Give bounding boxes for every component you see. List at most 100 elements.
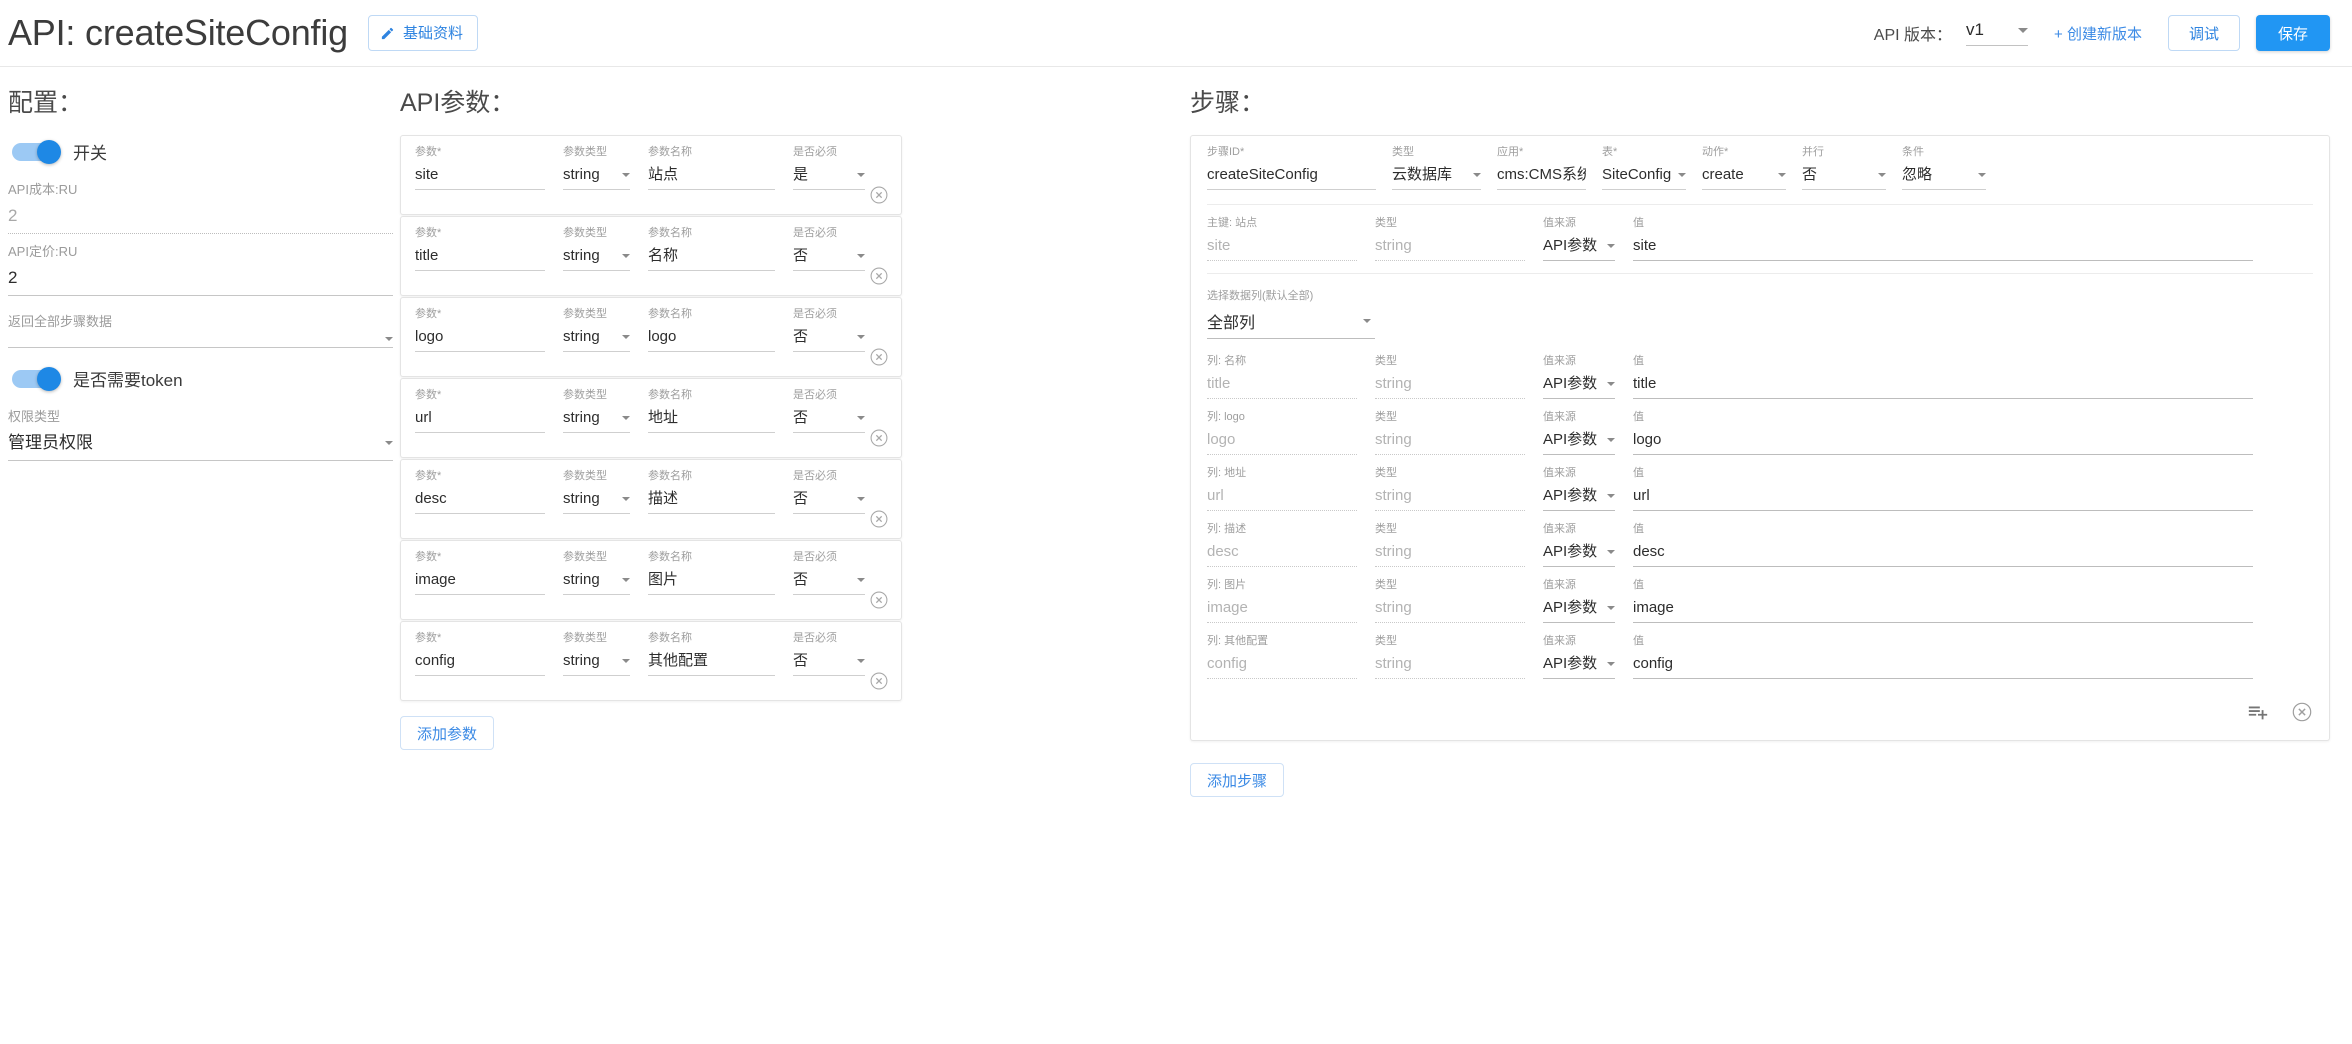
remove-param-icon[interactable] [869,671,889,691]
auth-type-select[interactable]: 权限类型 管理员权限 [8,399,393,461]
step-condition-field[interactable]: 条件 忽略 [1902,146,2002,190]
column-source-field[interactable]: 值来源 API参数 [1543,523,1633,567]
step-action-field[interactable]: 动作* create [1702,146,1802,190]
param-required-field[interactable]: 是否必须 否 [793,551,883,595]
param-display-field[interactable]: 参数名称 其他配置 [648,632,793,676]
save-button[interactable]: 保存 [2255,15,2330,51]
column-source-field[interactable]: 值来源 API参数 [1543,467,1633,511]
param-required-value: 是 [793,166,809,183]
param-required-field[interactable]: 是否必须 否 [793,632,883,676]
playlist-add-icon[interactable] [2247,701,2269,728]
column-source-value: API参数 [1543,487,1598,504]
param-required-field[interactable]: 是否必须 否 [793,308,883,352]
column-value-field[interactable]: 值 config [1633,635,2313,679]
step-type-field[interactable]: 类型 云数据库 [1392,146,1497,190]
param-name-field[interactable]: 参数* title [415,227,563,271]
column-value-field[interactable]: 值 url [1633,467,2313,511]
column-value-field[interactable]: 值 logo [1633,411,2313,455]
param-type-field[interactable]: 参数类型 string [563,470,648,514]
param-type-field[interactable]: 参数类型 string [563,146,648,190]
param-required-field[interactable]: 是否必须 是 [793,146,883,190]
column-select[interactable]: 选择数据列(默认全部) 全部列 [1207,274,1375,343]
step-column-row: 列: 其他配置 config 类型 string 值来源 API参数 值 con… [1207,623,2313,679]
remove-param-icon[interactable] [869,185,889,205]
column-source-field[interactable]: 值来源 API参数 [1543,579,1633,623]
api-version-select[interactable]: v1 [1966,20,2029,46]
chevron-down-icon [1678,173,1686,177]
param-type-value: string [563,571,600,588]
param-required-field[interactable]: 是否必须 否 [793,389,883,433]
debug-button[interactable]: 调试 [2167,15,2240,51]
column-value-label: 值 [1633,355,1644,367]
column-value-field[interactable]: 值 image [1633,579,2313,623]
create-version-link[interactable]: + 创建新版本 [2054,23,2142,44]
api-cost-field[interactable]: API成本:RU 2 [8,172,393,234]
param-display-field[interactable]: 参数名称 名称 [648,227,793,271]
param-display-field[interactable]: 参数名称 站点 [648,146,793,190]
add-param-button[interactable]: 添加参数 [400,716,495,750]
step-app-field[interactable]: 应用* cms:CMS系统 [1497,146,1602,190]
column-value-input: url [1633,487,1650,504]
column-value-field[interactable]: 值 desc [1633,523,2313,567]
remove-param-icon[interactable] [869,266,889,286]
param-type-field[interactable]: 参数类型 string [563,227,648,271]
basic-info-button[interactable]: 基础资料 [367,15,478,51]
param-type-label: 参数类型 [563,632,607,644]
column-value-label: 值 [1633,523,1644,535]
api-price-field[interactable]: API定价:RU 2 [8,234,393,296]
column-source-field[interactable]: 值来源 API参数 [1543,355,1633,399]
header-actions: API 版本： v1 + 创建新版本 调试 保存 [1874,15,2330,51]
remove-param-icon[interactable] [869,428,889,448]
chevron-down-icon [622,254,630,258]
param-type-field[interactable]: 参数类型 string [563,389,648,433]
column-type-label: 类型 [1375,523,1397,535]
primary-key-valuefield[interactable]: 值 site [1633,217,2313,261]
column-select-label: 选择数据列(默认全部) [1207,290,1314,302]
column-source-field[interactable]: 值来源 API参数 [1543,635,1633,679]
column-select-value: 全部列 [1207,315,1256,332]
primary-key-type-field: 类型 string [1375,217,1543,261]
token-switch-row[interactable]: 是否需要token [8,362,400,399]
param-required-field[interactable]: 是否必须 否 [793,227,883,271]
step-id-field[interactable]: 步骤ID* createSiteConfig [1207,146,1392,190]
column-source-field[interactable]: 值来源 API参数 [1543,411,1633,455]
column-name-label: 列: 其他配置 [1207,635,1269,647]
chevron-down-icon [857,173,865,177]
param-name-value: logo [415,328,444,345]
param-display-field[interactable]: 参数名称 图片 [648,551,793,595]
remove-param-icon[interactable] [869,590,889,610]
param-type-field[interactable]: 参数类型 string [563,551,648,595]
remove-step-icon[interactable] [2291,701,2313,728]
param-required-field[interactable]: 是否必须 否 [793,470,883,514]
remove-param-icon[interactable] [869,347,889,367]
save-button-label: 保存 [2277,25,2308,43]
column-type-field: 类型 string [1375,411,1543,455]
param-display-field[interactable]: 参数名称 地址 [648,389,793,433]
param-required-value: 否 [793,247,809,264]
param-name-field[interactable]: 参数* desc [415,470,563,514]
param-card: 参数* logo 参数类型 string 参数名称 logo 是否必须 否 [400,297,902,377]
primary-key-source-field[interactable]: 值来源 API参数 [1543,217,1633,261]
token-switch[interactable] [12,366,61,391]
param-display-field[interactable]: 参数名称 logo [648,308,793,352]
column-value-input: config [1633,655,1674,672]
param-name-field[interactable]: 参数* site [415,146,563,190]
param-name-field[interactable]: 参数* image [415,551,563,595]
primary-key-field: 主键: 站点 site [1207,217,1375,261]
param-name-field[interactable]: 参数* config [415,632,563,676]
step-condition-label: 条件 [1902,146,1924,158]
param-display-field[interactable]: 参数名称 描述 [648,470,793,514]
param-display-label: 参数名称 [648,146,692,158]
enable-switch[interactable] [12,139,61,164]
param-name-field[interactable]: 参数* logo [415,308,563,352]
step-table-field[interactable]: 表* SiteConfig [1602,146,1702,190]
param-type-field[interactable]: 参数类型 string [563,308,648,352]
add-step-button[interactable]: 添加步骤 [1190,763,1285,797]
step-parallel-field[interactable]: 并行 否 [1802,146,1902,190]
enable-switch-row[interactable]: 开关 [8,135,400,172]
param-type-field[interactable]: 参数类型 string [563,632,648,676]
column-value-field[interactable]: 值 title [1633,355,2313,399]
remove-param-icon[interactable] [869,509,889,529]
param-name-field[interactable]: 参数* url [415,389,563,433]
return-all-steps-select[interactable]: 返回全部步骤数据 [8,296,393,348]
